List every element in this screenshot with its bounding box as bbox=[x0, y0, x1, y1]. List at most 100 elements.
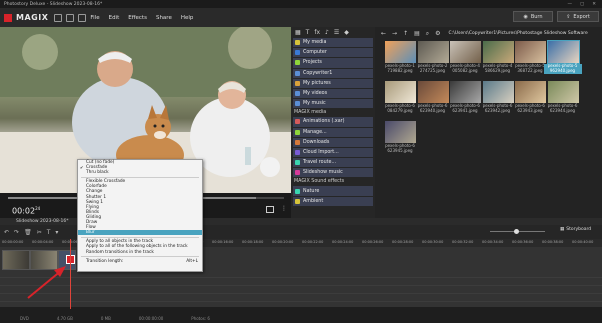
category-item[interactable]: Slideshow music bbox=[293, 168, 373, 178]
file-thumbnail[interactable] bbox=[385, 41, 416, 63]
file-thumbnail[interactable] bbox=[385, 121, 416, 143]
category-item[interactable]: My videos bbox=[293, 88, 373, 99]
close-icon[interactable]: ✕ bbox=[592, 2, 596, 7]
file-thumbnail[interactable] bbox=[547, 81, 579, 103]
file-thumbnail[interactable] bbox=[515, 81, 546, 103]
burn-button[interactable]: ◉ Burn bbox=[513, 11, 553, 22]
sound-effects-header[interactable]: MAGIX Sound effects bbox=[291, 178, 375, 185]
menu-file[interactable]: File bbox=[90, 15, 99, 21]
file-thumbnail[interactable] bbox=[385, 81, 416, 103]
category-item[interactable]: My pictures bbox=[293, 78, 373, 88]
category-label: My media bbox=[303, 40, 327, 46]
category-item[interactable]: Computer bbox=[293, 48, 373, 58]
category-label: Cloud Import... bbox=[303, 149, 339, 155]
timeline-clip-2[interactable] bbox=[30, 250, 58, 270]
category-item[interactable]: Animations (.xar) bbox=[293, 117, 373, 127]
tag-icon[interactable]: ◆ bbox=[344, 29, 349, 36]
menu-edit[interactable]: Edit bbox=[109, 15, 120, 21]
redo-icon[interactable]: ↷ bbox=[14, 229, 19, 236]
media-pool-categories: ▦ T fx ♪ ☰ ◆ My media Computer Projects Cop… bbox=[291, 27, 375, 218]
back-icon[interactable]: ← bbox=[381, 30, 386, 37]
minimize-icon[interactable]: — bbox=[567, 2, 572, 7]
timeline-clip-1[interactable] bbox=[2, 250, 30, 270]
file-thumbnail[interactable] bbox=[417, 81, 449, 103]
templates-icon[interactable]: ☰ bbox=[334, 29, 339, 36]
preview-timecode: 00:0224 bbox=[12, 206, 40, 216]
category-label: My pictures bbox=[303, 80, 331, 86]
text-icon[interactable]: T bbox=[306, 29, 310, 36]
ruler-tick-label: 00:00:38:00 bbox=[542, 240, 564, 244]
ruler-tick-label: 00:00:40:00 bbox=[572, 240, 594, 244]
category-label: Downloads bbox=[303, 139, 330, 145]
ruler-tick-label: 00:00:30:00 bbox=[422, 240, 444, 244]
context-menu-item[interactable]: Random transitions in the track bbox=[78, 250, 202, 255]
zoom-slider-handle[interactable] bbox=[513, 229, 519, 234]
menu-share[interactable]: Share bbox=[156, 15, 172, 21]
text-insert-icon[interactable]: T bbox=[47, 229, 51, 236]
context-menu-item[interactable]: Transition length: Alt+L bbox=[78, 259, 202, 264]
context-menu-item[interactable]: Blur bbox=[78, 230, 202, 236]
category-item[interactable]: Cloud Import... bbox=[293, 147, 373, 158]
category-icon bbox=[295, 160, 300, 166]
status-item: Photos: 6 bbox=[191, 315, 210, 321]
magix-media-header[interactable]: MAGIX media bbox=[291, 109, 375, 116]
up-icon[interactable]: ↑ bbox=[403, 30, 408, 37]
ruler-tick-label: 00:00:04:00 bbox=[32, 240, 54, 244]
category-label: My videos bbox=[303, 91, 328, 97]
category-item[interactable]: Travel route... bbox=[293, 158, 373, 168]
undo-icon[interactable] bbox=[66, 13, 75, 22]
export-button[interactable]: ⇪ Export bbox=[557, 11, 599, 22]
file-thumbnail[interactable] bbox=[450, 81, 481, 103]
view-icon[interactable]: ▤ bbox=[414, 30, 420, 37]
ruler-tick-label: 00:00:24:00 bbox=[332, 240, 354, 244]
menu-effects[interactable]: Effects bbox=[128, 15, 147, 21]
cut-icon[interactable]: ✂ bbox=[37, 229, 42, 236]
file-thumbnail[interactable] bbox=[450, 41, 481, 63]
menu-separator bbox=[81, 236, 199, 238]
more-options-icon[interactable]: ⋮ bbox=[281, 205, 287, 212]
redo-icon[interactable] bbox=[78, 13, 87, 22]
category-icon bbox=[295, 60, 300, 66]
sound-effects-label: MAGIX Sound effects bbox=[294, 179, 345, 185]
audio-icon[interactable]: ♪ bbox=[325, 29, 329, 36]
category-item[interactable]: Nature bbox=[293, 186, 373, 196]
category-icon bbox=[295, 119, 300, 125]
category-item[interactable]: Ambient bbox=[293, 196, 373, 206]
file-thumbnail[interactable] bbox=[417, 41, 449, 63]
ruler-tick-label: 00:00:00:00 bbox=[2, 240, 24, 244]
maximize-icon[interactable]: ▢ bbox=[580, 2, 584, 7]
undo-icon[interactable]: ↶ bbox=[4, 229, 9, 236]
category-icon bbox=[295, 149, 300, 155]
file-thumbnail[interactable] bbox=[546, 40, 580, 64]
file-thumbnail[interactable] bbox=[482, 41, 514, 63]
playhead[interactable] bbox=[70, 239, 71, 309]
category-item[interactable]: My music bbox=[293, 99, 373, 109]
context-menu-item[interactable]: Thru black bbox=[78, 170, 202, 175]
marker-icon[interactable]: ▾ bbox=[55, 229, 58, 236]
context-menu-label: Thru black bbox=[86, 170, 109, 176]
settings-icon[interactable]: ⚙ bbox=[435, 30, 440, 37]
menu-help[interactable]: Help bbox=[181, 15, 194, 21]
search-icon[interactable]: ⌕ bbox=[426, 30, 429, 38]
disc-icon: ◉ bbox=[523, 13, 528, 20]
track-lane bbox=[0, 289, 602, 294]
category-item[interactable]: Downloads bbox=[293, 137, 373, 147]
forward-icon[interactable]: → bbox=[392, 30, 397, 37]
status-bar: DVD 4.70 GB 0 MB 00:00:00:00 Photos: 6 bbox=[0, 313, 602, 323]
file-thumbnail[interactable] bbox=[515, 41, 546, 63]
status-item: 00:00:00:00 bbox=[138, 315, 164, 321]
save-icon[interactable] bbox=[54, 13, 63, 22]
fullscreen-icon[interactable] bbox=[266, 206, 274, 213]
file-thumbnail[interactable] bbox=[482, 81, 514, 103]
delete-icon[interactable]: 🗑 bbox=[24, 229, 32, 236]
category-item[interactable]: Copywriter1 bbox=[293, 68, 373, 78]
effects-icon[interactable]: fx bbox=[314, 29, 320, 36]
category-item[interactable]: Projects bbox=[293, 58, 373, 68]
storyboard-mode-button[interactable]: ▦ Storyboard bbox=[560, 227, 591, 232]
category-item[interactable]: Manage... bbox=[293, 127, 373, 137]
title-bar: Photostory Deluxe - Slideshow 2023-08-16… bbox=[0, 0, 602, 8]
storyboard-icon: ▦ bbox=[560, 227, 565, 232]
media-pool-icon[interactable]: ▦ bbox=[295, 29, 301, 36]
category-item[interactable]: My media bbox=[293, 38, 373, 48]
path-field[interactable]: C:\Users\Copywriter1\Pictures\Photostage… bbox=[449, 31, 588, 36]
